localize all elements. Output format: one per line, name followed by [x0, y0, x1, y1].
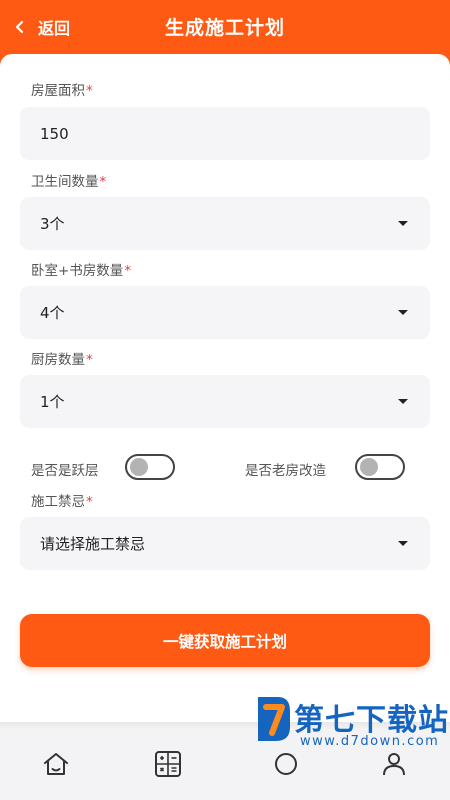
bathrooms-label: 卫生间数量*: [31, 174, 107, 190]
house-area-label: 房屋面积*: [31, 83, 93, 99]
toggle-knob: [130, 458, 148, 476]
watermark: 第七下载站 www.d7down.com: [254, 693, 450, 800]
calculator-icon[interactable]: [152, 748, 184, 780]
duplex-toggle[interactable]: [125, 454, 175, 480]
house-area-input[interactable]: 150: [20, 107, 430, 160]
required-mark: *: [86, 83, 93, 99]
caret-down-icon: [398, 310, 408, 315]
caret-down-icon: [398, 399, 408, 404]
kitchens-select[interactable]: 1个: [20, 375, 430, 428]
page-title: 生成施工计划: [164, 17, 285, 39]
caret-down-icon: [398, 221, 408, 226]
caret-down-icon: [398, 541, 408, 546]
taboo-select[interactable]: 请选择施工禁忌: [20, 517, 430, 570]
bedrooms-select[interactable]: 4个: [20, 286, 430, 339]
renovation-toggle[interactable]: [355, 454, 405, 480]
app-header: 返回 生成施工计划: [0, 0, 450, 54]
bathrooms-select[interactable]: 3个: [20, 197, 430, 250]
taboo-value: 请选择施工禁忌: [40, 535, 146, 553]
d7-logo-icon: [254, 693, 294, 745]
toggle-knob: [360, 458, 378, 476]
required-mark: *: [86, 352, 93, 368]
kitchens-label: 厨房数量*: [31, 352, 93, 368]
required-mark: *: [124, 263, 132, 279]
bedrooms-value: 4个: [40, 304, 65, 322]
watermark-name: 第七下载站: [294, 703, 449, 738]
kitchens-value: 1个: [40, 393, 65, 411]
home-icon[interactable]: [40, 748, 72, 780]
bedrooms-label: 卧室+书房数量*: [31, 263, 132, 279]
required-mark: *: [86, 494, 93, 510]
taboo-label: 施工禁忌*: [31, 494, 93, 510]
renovation-label: 是否老房改造: [245, 463, 326, 479]
bathrooms-value: 3个: [40, 215, 65, 233]
get-plan-button[interactable]: 一键获取施工计划: [20, 614, 430, 667]
house-area-value: 150: [40, 124, 69, 143]
form-sheet: 房屋面积* 150 卫生间数量* 3个 卧室+书房数量* 4个 厨房数量* 1个…: [0, 54, 450, 800]
watermark-url: www.d7down.com: [300, 734, 440, 749]
duplex-label: 是否是跃层: [31, 463, 99, 479]
required-mark: *: [99, 174, 107, 190]
